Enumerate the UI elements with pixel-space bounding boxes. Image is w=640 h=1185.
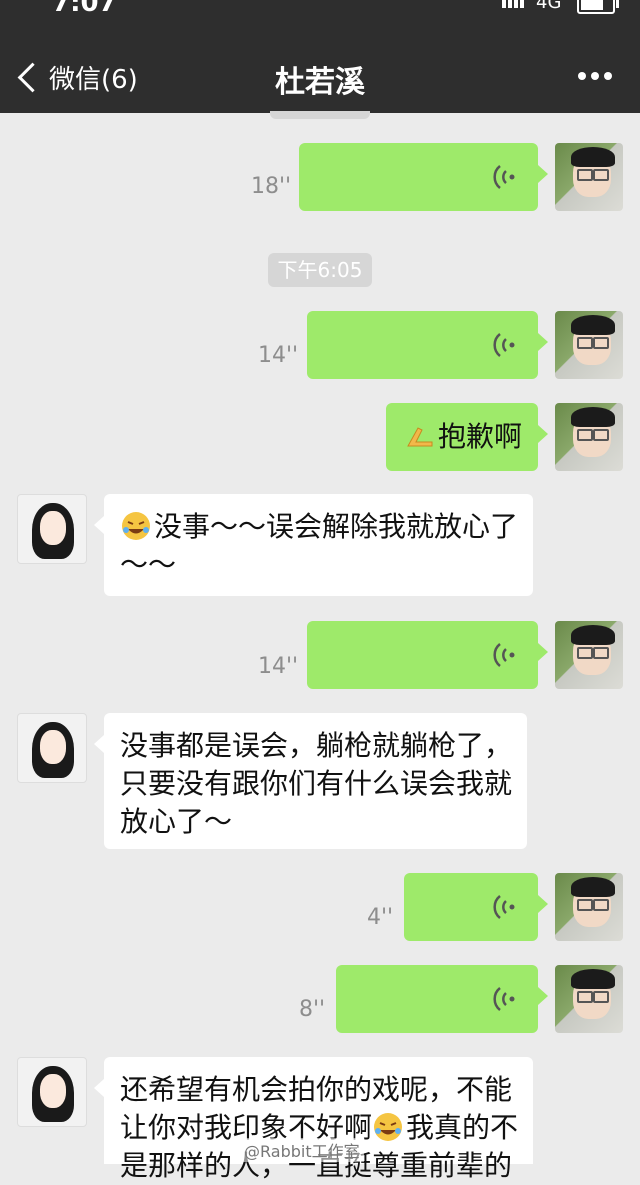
timestamp-pill-partial	[270, 111, 370, 119]
voice-message[interactable]	[336, 965, 548, 1033]
signal-icon	[502, 0, 524, 8]
voice-wave-icon	[493, 895, 515, 919]
voice-message[interactable]	[299, 143, 548, 211]
text-message[interactable]: 没事都是误会，躺枪就躺枪了， 只要没有跟你们有什么误会我就 放心了～	[94, 713, 527, 849]
contact-avatar[interactable]	[17, 713, 87, 783]
voice-duration: 18''	[251, 174, 292, 199]
contact-avatar[interactable]	[17, 1057, 87, 1127]
voice-message[interactable]	[307, 311, 548, 379]
message-line: 只要没有跟你们有什么误会我就	[120, 767, 513, 800]
status-time: 7:07	[52, 0, 117, 18]
voice-wave-icon	[493, 333, 515, 357]
voice-duration: 14''	[258, 654, 299, 679]
watermark: @Rabbit工作室	[240, 1138, 364, 1162]
crying-laugh-emoji	[122, 512, 150, 540]
my-avatar[interactable]	[555, 311, 623, 379]
more-icon[interactable]	[578, 72, 612, 80]
my-avatar[interactable]	[555, 965, 623, 1033]
voice-duration: 4''	[367, 905, 394, 930]
voice-wave-icon	[493, 987, 515, 1011]
message-text: 没事～～误会解除我就放心了～～	[120, 510, 519, 581]
battery-icon	[577, 0, 619, 14]
voice-wave-icon	[493, 165, 515, 189]
message-line: 没事都是误会，躺枪就躺枪了，	[120, 729, 513, 762]
voice-duration: 8''	[299, 997, 326, 1022]
pray-emoji	[407, 427, 433, 447]
my-avatar[interactable]	[555, 143, 623, 211]
status-bar: 7:07 4G	[0, 0, 640, 22]
message-line: 放心了～	[120, 805, 233, 838]
message-line: 还希望有机会拍你的戏呢，不能	[120, 1073, 513, 1106]
chat-title: 杜若溪	[275, 65, 365, 100]
timestamp: 下午6:05	[268, 253, 372, 287]
text-message[interactable]: 没事～～误会解除我就放心了～～	[94, 494, 533, 596]
network-type: 4G	[536, 0, 562, 13]
contact-avatar[interactable]	[17, 494, 87, 564]
crying-laugh-emoji	[374, 1113, 403, 1141]
voice-wave-icon	[493, 643, 515, 667]
voice-message[interactable]	[307, 621, 548, 689]
text-message[interactable]: 抱歉啊	[386, 403, 548, 471]
voice-message[interactable]	[404, 873, 548, 941]
voice-duration: 14''	[258, 343, 299, 368]
my-avatar[interactable]	[555, 873, 623, 941]
message-text: 抱歉啊	[438, 420, 523, 453]
nav-bar: 7:07 4G 微信(6) 杜若溪	[0, 0, 640, 113]
message-line: 我真的不	[406, 1111, 519, 1144]
my-avatar[interactable]	[555, 403, 623, 471]
my-avatar[interactable]	[555, 621, 623, 689]
